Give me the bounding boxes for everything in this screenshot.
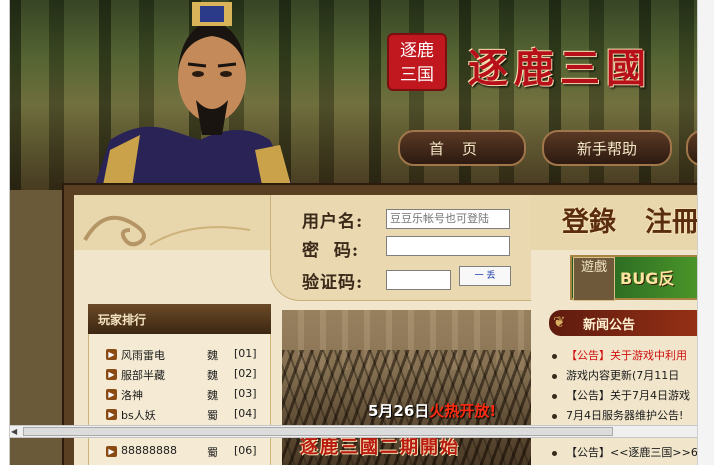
ranking-player-name: bs人妖 [121,409,156,422]
scroll-left-arrow-icon[interactable]: ◀ [11,426,21,437]
password-label: 密 码: [302,241,360,261]
ranking-number: [03] [234,387,257,400]
register-button[interactable]: 注冊 [645,200,699,240]
ranking-faction: 魏 [207,389,218,402]
news-item[interactable]: 7月4日服务器维护公告! [552,407,683,423]
general-portrait-illustration [90,2,300,200]
news-item[interactable]: 【公告】关于7月4日游戏 [552,387,690,403]
ranking-row[interactable]: ▶ 88888888 蜀 [06] [106,444,266,460]
ranking-row[interactable]: ▶ 风雨雷电 魏 [01] [106,347,266,363]
ranking-faction: 魏 [207,369,218,382]
promo-date-text: 5月26日火热开放! [368,400,496,421]
ranking-row[interactable]: ▶ bs人妖 蜀 [04] [106,407,266,423]
arrow-right-icon: ▶ [106,446,117,457]
bug-report-text: BUG反 [620,269,675,288]
captcha-image[interactable]: 一 丢 [459,266,511,286]
ranking-number: [04] [234,407,257,420]
ranking-number: [01] [234,347,257,360]
arrow-right-icon: ▶ [106,349,117,360]
ranking-number: [02] [234,367,257,380]
ranking-player-name: 88888888 [121,444,177,457]
username-label: 用户名: [302,212,364,232]
page: 逐鹿 三国 逐鹿三國 首页 新手帮助 帮 用户名: 密 码: 验证码: 一 丢 … [0,0,714,465]
window-left-edge [0,0,10,465]
captcha-label: 验证码: [302,273,364,293]
news-item-text: 【公告】关于7月4日游戏 [566,389,690,402]
nav-home-button[interactable]: 首页 [398,130,526,166]
vertical-scrollbar[interactable] [697,0,714,465]
arrow-right-icon: ▶ [106,369,117,380]
ranking-player-name: 洛神 [121,389,143,402]
ranking-faction: 魏 [207,349,218,362]
news-title: 新闻公告 [583,318,636,333]
ranking-row[interactable]: ▶ 服部半藏 魏 [02] [106,367,266,383]
logo-seal-text: 逐鹿 三国 [400,41,434,85]
captcha-input[interactable] [386,270,451,290]
bullet-icon [552,413,557,419]
ranking-player-name: 风雨雷电 [121,349,165,362]
arrow-right-icon: ▶ [106,409,117,420]
bug-report-icon: 遊戲 [573,257,615,301]
horizontal-scrollbar[interactable]: ◀ [9,425,698,438]
bullet-icon [552,373,557,379]
news-item-text: 7月4日服务器维护公告! [566,409,684,422]
login-button[interactable]: 登錄 [562,200,616,240]
news-item-text: 【公告】<<逐鹿三国>>6 [566,446,698,459]
news-item[interactable]: 游戏内容更新(7月11日 [552,367,679,383]
bullet-icon [552,353,557,359]
news-item-tag: 【公告】 [566,349,610,362]
scrollbar-thumb[interactable] [23,427,613,436]
promo-date: 5月26日 [368,402,430,420]
news-item-text: 游戏内容更新(7月11日 [566,369,680,382]
news-item[interactable]: 【公告】关于游戏中利用 [552,347,687,363]
arrow-right-icon: ▶ [106,389,117,400]
ranking-number: [06] [234,444,257,457]
news-item[interactable]: 【公告】<<逐鹿三国>>6 [552,444,698,460]
cloud-ornament-icon [83,215,251,247]
leaf-ornament-icon: ❦ [553,313,566,331]
bullet-icon [552,393,557,399]
ranking-faction: 蜀 [207,409,218,422]
password-input[interactable] [386,236,510,256]
bullet-icon [552,450,557,456]
player-ranking-title: 玩家排行 [98,313,147,327]
game-logo-title: 逐鹿三國 [468,45,652,92]
news-item-text: 关于游戏中利用 [610,349,687,362]
nav-beginner-help-button[interactable]: 新手帮助 [542,130,672,166]
ranking-player-name: 服部半藏 [121,369,165,382]
ranking-row[interactable]: ▶ 洛神 魏 [03] [106,387,266,403]
ranking-faction: 蜀 [207,446,218,459]
username-input[interactable] [386,209,510,229]
promo-hot-text: 火热开放! [429,402,497,420]
game-logo-seal: 逐鹿 三国 [387,33,447,91]
